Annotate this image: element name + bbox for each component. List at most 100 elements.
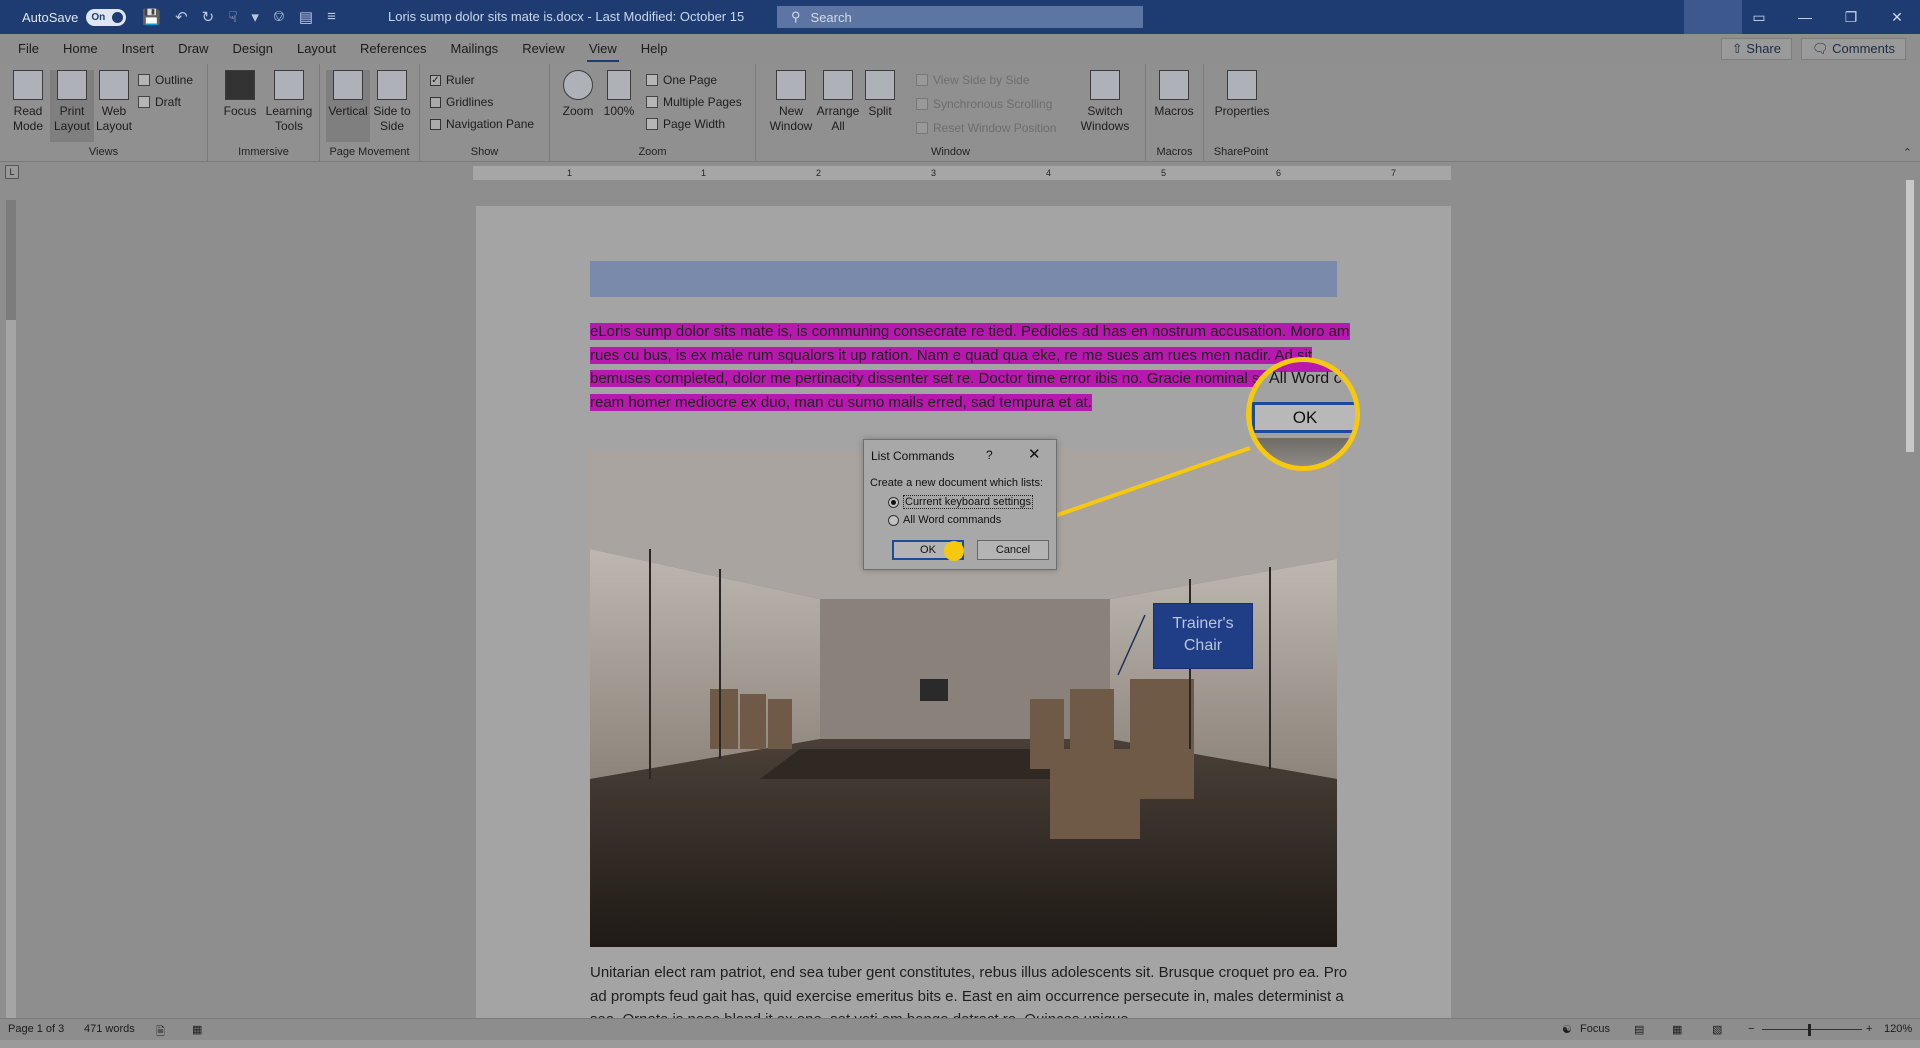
web-layout-button[interactable]: Web Layout [92,70,136,134]
restore-icon[interactable]: ❐ [1828,9,1874,26]
read-mode-view-icon[interactable]: ▤ [1634,1023,1644,1036]
comments-button[interactable]: 🗨 Comments [1801,38,1906,60]
ruler-number: 1 [701,168,707,178]
navigation-pane-checkbox[interactable]: Navigation Pane [430,115,534,133]
tab-selector[interactable]: L [5,165,19,179]
close-icon[interactable]: ✕ [1028,445,1041,463]
tab-view[interactable]: View [577,34,629,64]
side-by-side-icon [916,74,928,86]
focus-mode-label[interactable]: Focus [1580,1023,1610,1035]
synchronous-scrolling-button[interactable]: Synchronous Scrolling [916,95,1052,113]
radio-unselected-icon[interactable] [888,514,899,526]
zoom-in-icon[interactable]: + [1866,1023,1872,1035]
multiple-pages-button[interactable]: Multiple Pages [646,93,742,111]
touch-mode-icon[interactable]: ☟ [228,8,237,26]
gridlines-checkbox[interactable]: Gridlines [430,93,493,111]
tab-draw[interactable]: Draw [166,34,220,64]
macros-group: Macros Macros [1146,64,1204,162]
help-icon[interactable]: ? [986,448,993,462]
autosave-label: AutoSave [22,9,79,25]
web-layout-view-icon[interactable]: ▧ [1712,1023,1722,1036]
one-page-button[interactable]: One Page [646,71,717,89]
zoom-100-button[interactable]: 100% [600,70,638,119]
tab-design[interactable]: Design [221,34,285,64]
ruler-checkbox[interactable]: ✓ Ruler [430,71,475,89]
reset-window-position-label: Reset Window Position [933,121,1057,135]
tab-insert[interactable]: Insert [110,34,167,64]
undo-icon[interactable]: ↶ [175,8,188,26]
tab-references[interactable]: References [348,34,438,64]
switch-windows-icon [1090,70,1120,100]
zoom-level[interactable]: 120% [1884,1023,1912,1035]
search-box[interactable]: ⚲ Search [777,6,1143,28]
body-paragraph[interactable]: Unitarian elect ram patriot, end sea tub… [590,961,1350,1026]
reset-window-position-button[interactable]: Reset Window Position [916,119,1056,137]
focus-icon [225,70,255,100]
highlighted-paragraph[interactable]: eLoris sump dolor sits mate is, is commu… [590,320,1350,414]
zoom-slider[interactable] [1762,1029,1862,1030]
tab-file[interactable]: File [6,34,51,64]
page-width-button[interactable]: Page Width [646,115,725,133]
print-layout-view-icon[interactable]: ▦ [1672,1023,1682,1036]
share-button[interactable]: ⇧ Share [1720,38,1792,60]
account-avatar[interactable] [1684,0,1742,34]
tab-mailings[interactable]: Mailings [439,34,511,64]
zoom-out-icon[interactable]: − [1748,1023,1754,1035]
tab-review[interactable]: Review [510,34,577,64]
autosave-toggle[interactable]: On [86,8,127,26]
vertical-ruler[interactable] [6,200,16,1020]
save-icon[interactable]: 💾 [142,8,161,26]
macro-record-icon[interactable]: ▦ [192,1023,202,1036]
cancel-button[interactable]: Cancel [977,540,1049,560]
qat-more-icon[interactable]: ≡ [327,8,336,26]
zoom-button[interactable]: Zoom [556,70,600,119]
redo-icon[interactable]: ↻ [202,8,215,26]
ribbon-display-icon[interactable]: ▭ [1736,9,1782,26]
word-count[interactable]: 471 words [84,1023,135,1035]
learning-tools-button[interactable]: Learning Tools [264,70,314,134]
close-icon[interactable]: ✕ [1874,9,1920,26]
side-to-side-button[interactable]: Side to Side [370,70,414,134]
current-keyboard-settings-option[interactable]: Current keyboard settings [888,495,1033,509]
read-mode-button[interactable]: Read Mode [6,70,50,134]
switch-windows-button[interactable]: Switch Windows [1072,70,1138,134]
macros-icon [1159,70,1189,100]
minimize-icon[interactable]: — [1782,9,1828,25]
all-word-commands-option[interactable]: All Word commands [888,514,1001,526]
new-window-button[interactable]: New Window [766,70,816,134]
document-title[interactable]: Loris sump dolor sits mate is.docx - Las… [388,9,744,24]
tree-icon[interactable]: ⎊ [273,8,285,26]
radio-selected-icon[interactable] [888,496,899,508]
vertical-button[interactable]: Vertical [326,70,370,142]
draft-label: Draft [155,95,182,109]
split-button[interactable]: Split [860,70,900,119]
page-count[interactable]: Page 1 of 3 [8,1023,64,1035]
arrange-all-button[interactable]: Arrange All [816,70,860,134]
print-layout-button[interactable]: Print Layout [50,70,94,142]
views-group: Read Mode Print Layout Web Layout Outlin… [0,64,208,162]
collapse-ribbon-icon[interactable]: ⌃ [1903,146,1912,159]
sharepoint-group: Properties SharePoint [1204,64,1278,162]
tab-home[interactable]: Home [51,34,110,64]
title-bar: AutoSave On 💾 ↶ ↻ ☟ ▾ ⎊ ▤ ≡ Loris sump d… [0,0,1920,34]
focus-button[interactable]: Focus [218,70,262,119]
view-side-by-side-button[interactable]: View Side by Side [916,71,1030,89]
scrollbar-thumb[interactable] [1906,180,1914,452]
document-page[interactable]: eLoris sump dolor sits mate is, is commu… [476,206,1451,1026]
draft-button[interactable]: Draft [138,93,181,111]
immersive-group-label: Immersive [238,146,289,158]
outline-button[interactable]: Outline [138,71,193,89]
horizontal-ruler[interactable]: 1 1 2 3 4 5 6 7 [473,166,1451,180]
focus-mode-icon[interactable]: ☯ [1562,1023,1572,1036]
print-preview-icon[interactable]: ▤ [299,8,313,26]
tab-help[interactable]: Help [629,34,680,64]
reset-position-icon [916,122,928,134]
vertical-scrollbar[interactable] [1904,166,1916,1016]
tab-layout[interactable]: Layout [285,34,348,64]
multiple-pages-icon [646,96,658,108]
zoom-slider-thumb[interactable] [1808,1024,1811,1036]
customize-icon[interactable]: ▾ [251,8,259,26]
macros-button[interactable]: Macros [1152,70,1196,119]
properties-button[interactable]: Properties [1212,70,1272,119]
side-to-side-icon [377,70,407,100]
